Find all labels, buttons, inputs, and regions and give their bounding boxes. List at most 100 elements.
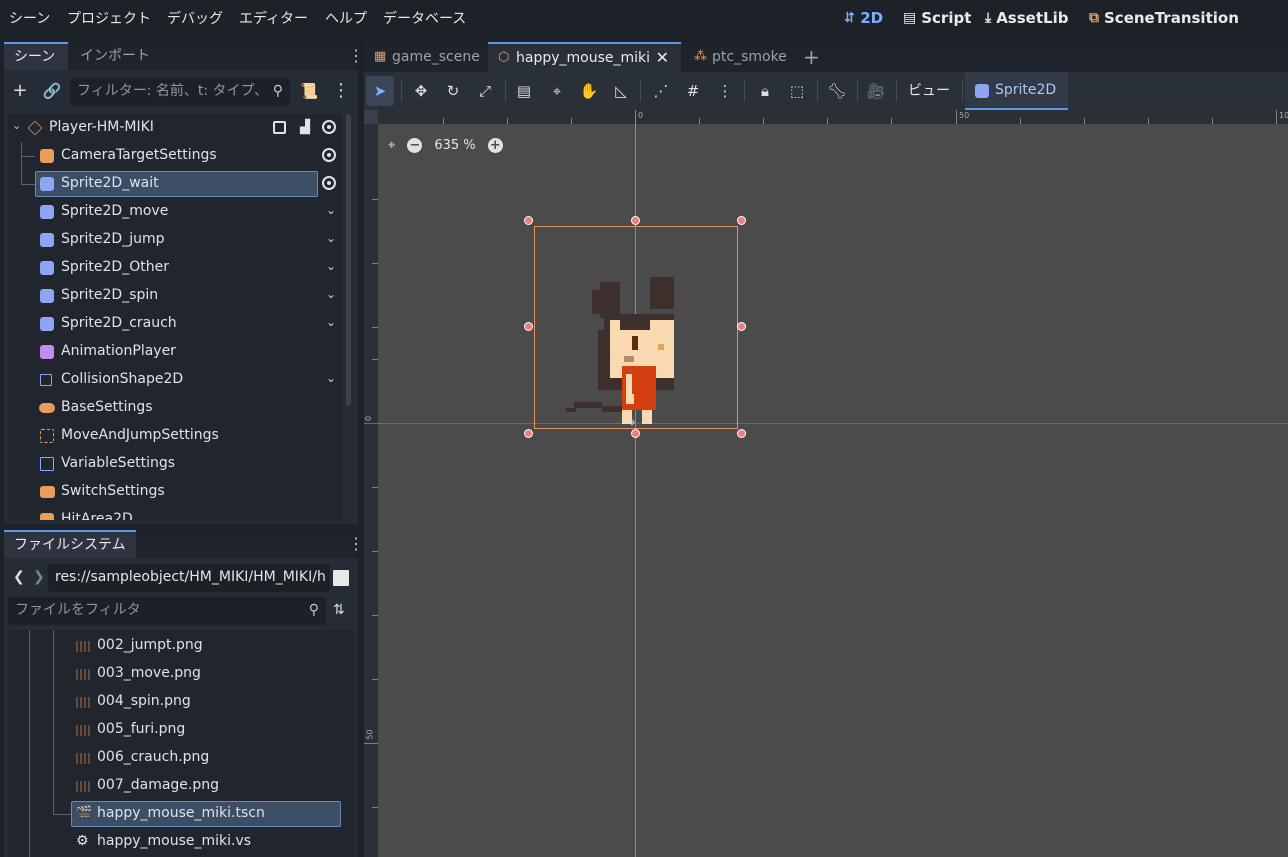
file-item-happy-mouse-miki-tscn[interactable]: 🎬 happy_mouse_miki.tscn	[8, 800, 348, 828]
file-item-005-furi[interactable]: 005_furi.png	[8, 716, 348, 744]
smart-snap-icon[interactable]: ⋰	[650, 80, 672, 102]
group-icon[interactable]: ⬚	[786, 80, 808, 102]
menu-debug[interactable]: デバッグ	[167, 8, 223, 28]
file-item-006-crauch[interactable]: 006_crauch.png	[8, 744, 348, 772]
group-icon[interactable]	[273, 121, 286, 134]
tab-happy-mouse-miki[interactable]: ⬡ happy_mouse_miki ✕	[488, 42, 681, 72]
menu-help[interactable]: ヘルプ	[325, 8, 367, 28]
snap-options-icon[interactable]: ⋮	[714, 80, 736, 102]
tab-ptc-smoke[interactable]: ⁂ ptc_smoke	[684, 42, 794, 72]
file-item-happy-mouse-miki-vs[interactable]: ⚙ happy_mouse_miki.vs	[8, 828, 348, 856]
split-mode-icon[interactable]	[333, 570, 349, 586]
view-menu[interactable]: ビュー	[908, 80, 950, 102]
file-item-002-jumpt[interactable]: 002_jumpt.png	[8, 632, 348, 660]
attach-script-icon[interactable]: 📜	[298, 80, 320, 102]
resize-handle[interactable]	[737, 429, 746, 438]
add-node-icon[interactable]: +	[9, 80, 31, 102]
hidden-chevron-icon[interactable]: ⌄	[326, 371, 336, 385]
close-icon[interactable]: ✕	[656, 44, 669, 72]
hidden-chevron-icon[interactable]: ⌄	[326, 315, 336, 329]
forward-arrow-icon[interactable]: ❯	[33, 569, 45, 585]
tree-node-moveandjumpsettings[interactable]: MoveAndJumpSettings	[8, 422, 342, 450]
menu-database[interactable]: データベース	[383, 8, 466, 28]
resize-handle[interactable]	[524, 216, 533, 225]
tree-node-sprite2d-spin[interactable]: Sprite2D_spin ⌄	[8, 282, 342, 310]
zoom-level[interactable]: 635 %	[434, 138, 475, 153]
tree-node-sprite2d-crauch[interactable]: Sprite2D_crauch ⌄	[8, 310, 342, 338]
pivot-cross-icon[interactable]: ⌖	[628, 415, 636, 431]
tree-node-collisionshape2d[interactable]: CollisionShape2D ⌄	[8, 366, 342, 394]
add-tab-icon[interactable]: +	[803, 45, 820, 69]
tree-node-player-hm-miki[interactable]: ⌄ Player-HM-MIKI ▟	[8, 114, 342, 142]
tab-import[interactable]: インポート	[70, 42, 160, 70]
workspace-script-button[interactable]: ▤ Script	[903, 9, 971, 27]
select-tool-icon[interactable]: ➤	[366, 76, 394, 106]
file-item-003-move[interactable]: 003_move.png	[8, 660, 348, 688]
camera-override-icon[interactable]: 🎥︎	[865, 80, 887, 102]
tree-node-basesettings[interactable]: BaseSettings	[8, 394, 342, 422]
resize-handle[interactable]	[737, 322, 746, 331]
selectable-nodes-icon[interactable]: ▤	[513, 80, 535, 102]
menu-editor[interactable]: エディター	[239, 8, 308, 28]
menu-project[interactable]: プロジェクト	[67, 8, 151, 28]
tree-node-sprite2d-jump[interactable]: Sprite2D_jump ⌄	[8, 226, 342, 254]
tree-node-animationplayer[interactable]: AnimationPlayer	[8, 338, 342, 366]
workspace-2d-button[interactable]: ⮃ 2D	[844, 9, 883, 27]
tab-filesystem[interactable]: ファイルシステム	[4, 530, 136, 558]
file-item-007-damage[interactable]: 007_damage.png	[8, 772, 348, 800]
visibility-eye-icon[interactable]	[322, 176, 336, 190]
resize-handle[interactable]	[524, 429, 533, 438]
menu-scene[interactable]: シーン	[9, 8, 50, 28]
file-item-label: 007_damage.png	[97, 777, 220, 793]
tree-node-hitarea2d[interactable]: HitArea2D	[8, 506, 342, 520]
workspace-scenetransition-button[interactable]: ⧉ SceneTransition	[1089, 9, 1239, 27]
center-view-icon[interactable]: ⌖	[388, 138, 395, 153]
tab-game-scene[interactable]: ▦ game_scene	[364, 42, 486, 72]
file-item-004-spin[interactable]: 004_spin.png	[8, 688, 348, 716]
workspace-assetlib-button[interactable]: ⤓ AssetLib	[985, 9, 1068, 27]
rotate-tool-icon[interactable]: ↻	[442, 80, 464, 102]
tree-node-variablesettings[interactable]: VariableSettings	[8, 450, 342, 478]
tree-node-cameratargetsettings[interactable]: CameraTargetSettings	[8, 142, 342, 170]
tree-node-sprite2d-other[interactable]: Sprite2D_Other ⌄	[8, 254, 342, 282]
collapse-chevron-icon[interactable]: ⌄	[12, 119, 21, 132]
script-icon[interactable]: ▟	[300, 120, 310, 135]
selection-rect[interactable]	[534, 226, 738, 429]
pan-tool-icon[interactable]: ✋	[578, 80, 600, 102]
scene-tree-scrollbar[interactable]	[346, 114, 351, 406]
visibility-eye-icon[interactable]	[322, 120, 336, 134]
tab-scene[interactable]: シーン	[4, 42, 68, 70]
instance-scene-icon[interactable]: 🔗	[41, 80, 63, 102]
back-arrow-icon[interactable]: ❮	[13, 569, 25, 585]
visibility-eye-icon[interactable]	[322, 148, 336, 162]
resize-handle[interactable]	[737, 216, 746, 225]
ruler-tool-icon[interactable]: ◺	[610, 80, 632, 102]
selected-node-tab[interactable]: Sprite2D	[965, 72, 1069, 110]
hidden-chevron-icon[interactable]: ⌄	[326, 259, 336, 273]
file-filter-input[interactable]: ファイルをフィルタ ⚲	[8, 597, 326, 625]
path-field[interactable]: res://sampleobject/HM_MIKI/HM_MIKI/h	[48, 564, 330, 592]
viewport-canvas[interactable]: 0 50 100 0 50 ⌖ − 635 % +	[364, 110, 1288, 857]
resize-handle[interactable]	[631, 216, 640, 225]
zoom-in-icon[interactable]: +	[487, 137, 503, 153]
vertical-ruler: 0 50	[364, 110, 378, 857]
lock-icon[interactable]: 🔒︎	[754, 80, 776, 102]
zoom-out-icon[interactable]: −	[407, 137, 423, 153]
grid-snap-icon[interactable]: #	[682, 80, 704, 102]
hidden-chevron-icon[interactable]: ⌄	[326, 287, 336, 301]
move-tool-icon[interactable]: ✥	[410, 80, 432, 102]
filesystem-dock-menu-icon[interactable]: ⋮	[348, 536, 364, 552]
scene-tree-menu-icon[interactable]: ⋮	[330, 80, 352, 102]
scene-filter-input[interactable]: フィルター: 名前、t: タイプ、 ⚲	[70, 78, 290, 106]
resize-handle[interactable]	[524, 322, 533, 331]
scale-tool-icon[interactable]: ⤢	[474, 80, 496, 102]
pivot-tool-icon[interactable]: ⌖	[546, 80, 568, 102]
tree-node-switchsettings[interactable]: SwitchSettings	[8, 478, 342, 506]
scene-dock-menu-icon[interactable]: ⋮	[348, 48, 364, 64]
sort-icon[interactable]: ⇅	[333, 602, 345, 618]
hidden-chevron-icon[interactable]: ⌄	[326, 231, 336, 245]
hidden-chevron-icon[interactable]: ⌄	[326, 203, 336, 217]
tree-node-sprite2d-move[interactable]: Sprite2D_move ⌄	[8, 198, 342, 226]
bone-icon[interactable]: 🦴︎	[826, 80, 848, 102]
tree-node-sprite2d-wait[interactable]: Sprite2D_wait	[8, 170, 342, 198]
